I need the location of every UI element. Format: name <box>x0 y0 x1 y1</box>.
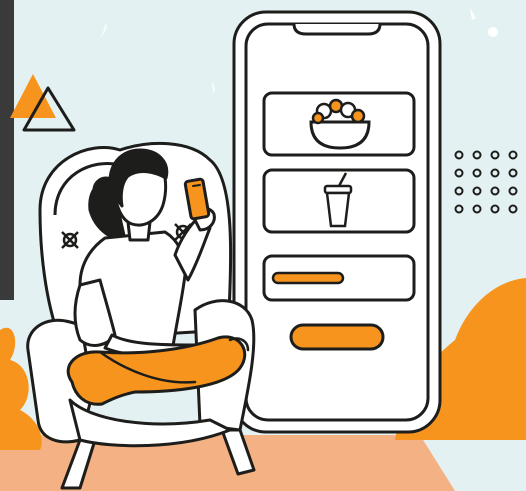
dark-panel <box>0 0 14 300</box>
card-salad[interactable] <box>262 91 416 157</box>
pill-button[interactable] <box>289 323 385 351</box>
card-drink[interactable] <box>262 168 416 234</box>
card-progress[interactable] <box>262 254 416 302</box>
phone-mockup <box>232 10 442 434</box>
progress-track <box>271 271 345 285</box>
illustration <box>0 0 526 491</box>
